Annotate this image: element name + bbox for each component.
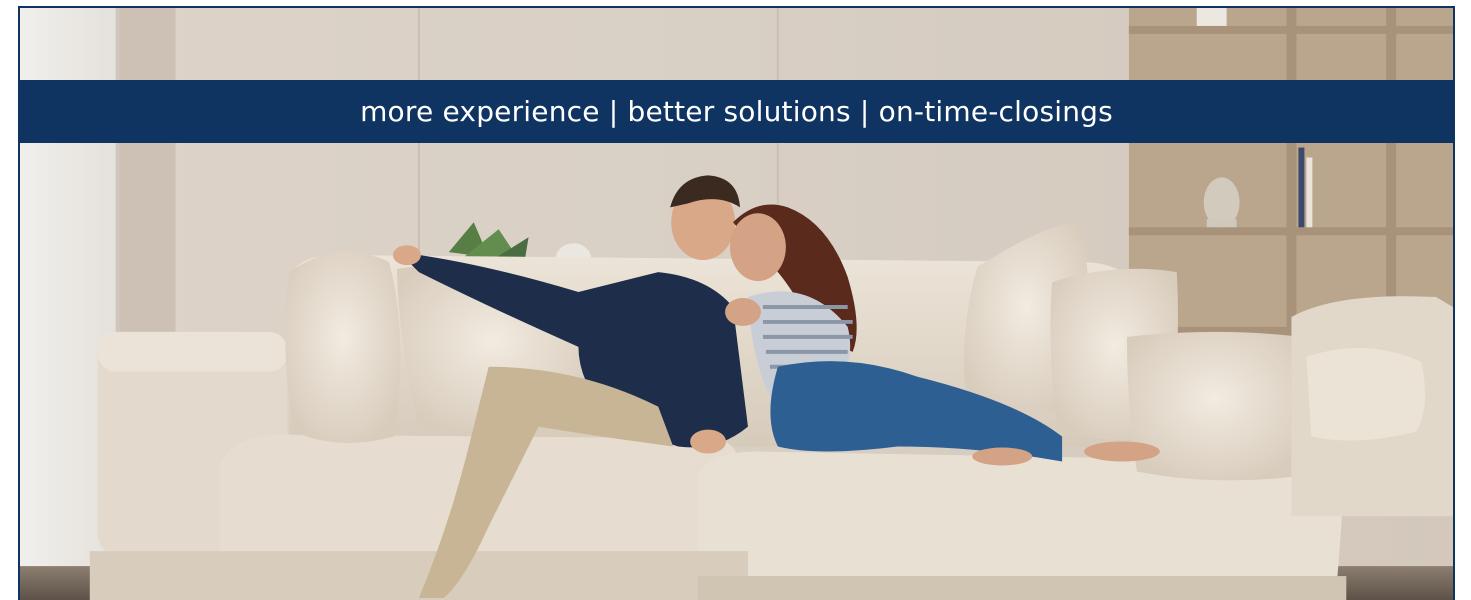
tagline-banner: more experience | better solutions | on-… — [18, 80, 1455, 143]
ad-frame: more experience | better solutions | on-… — [0, 0, 1471, 600]
tagline-text: more experience | better solutions | on-… — [360, 95, 1113, 128]
